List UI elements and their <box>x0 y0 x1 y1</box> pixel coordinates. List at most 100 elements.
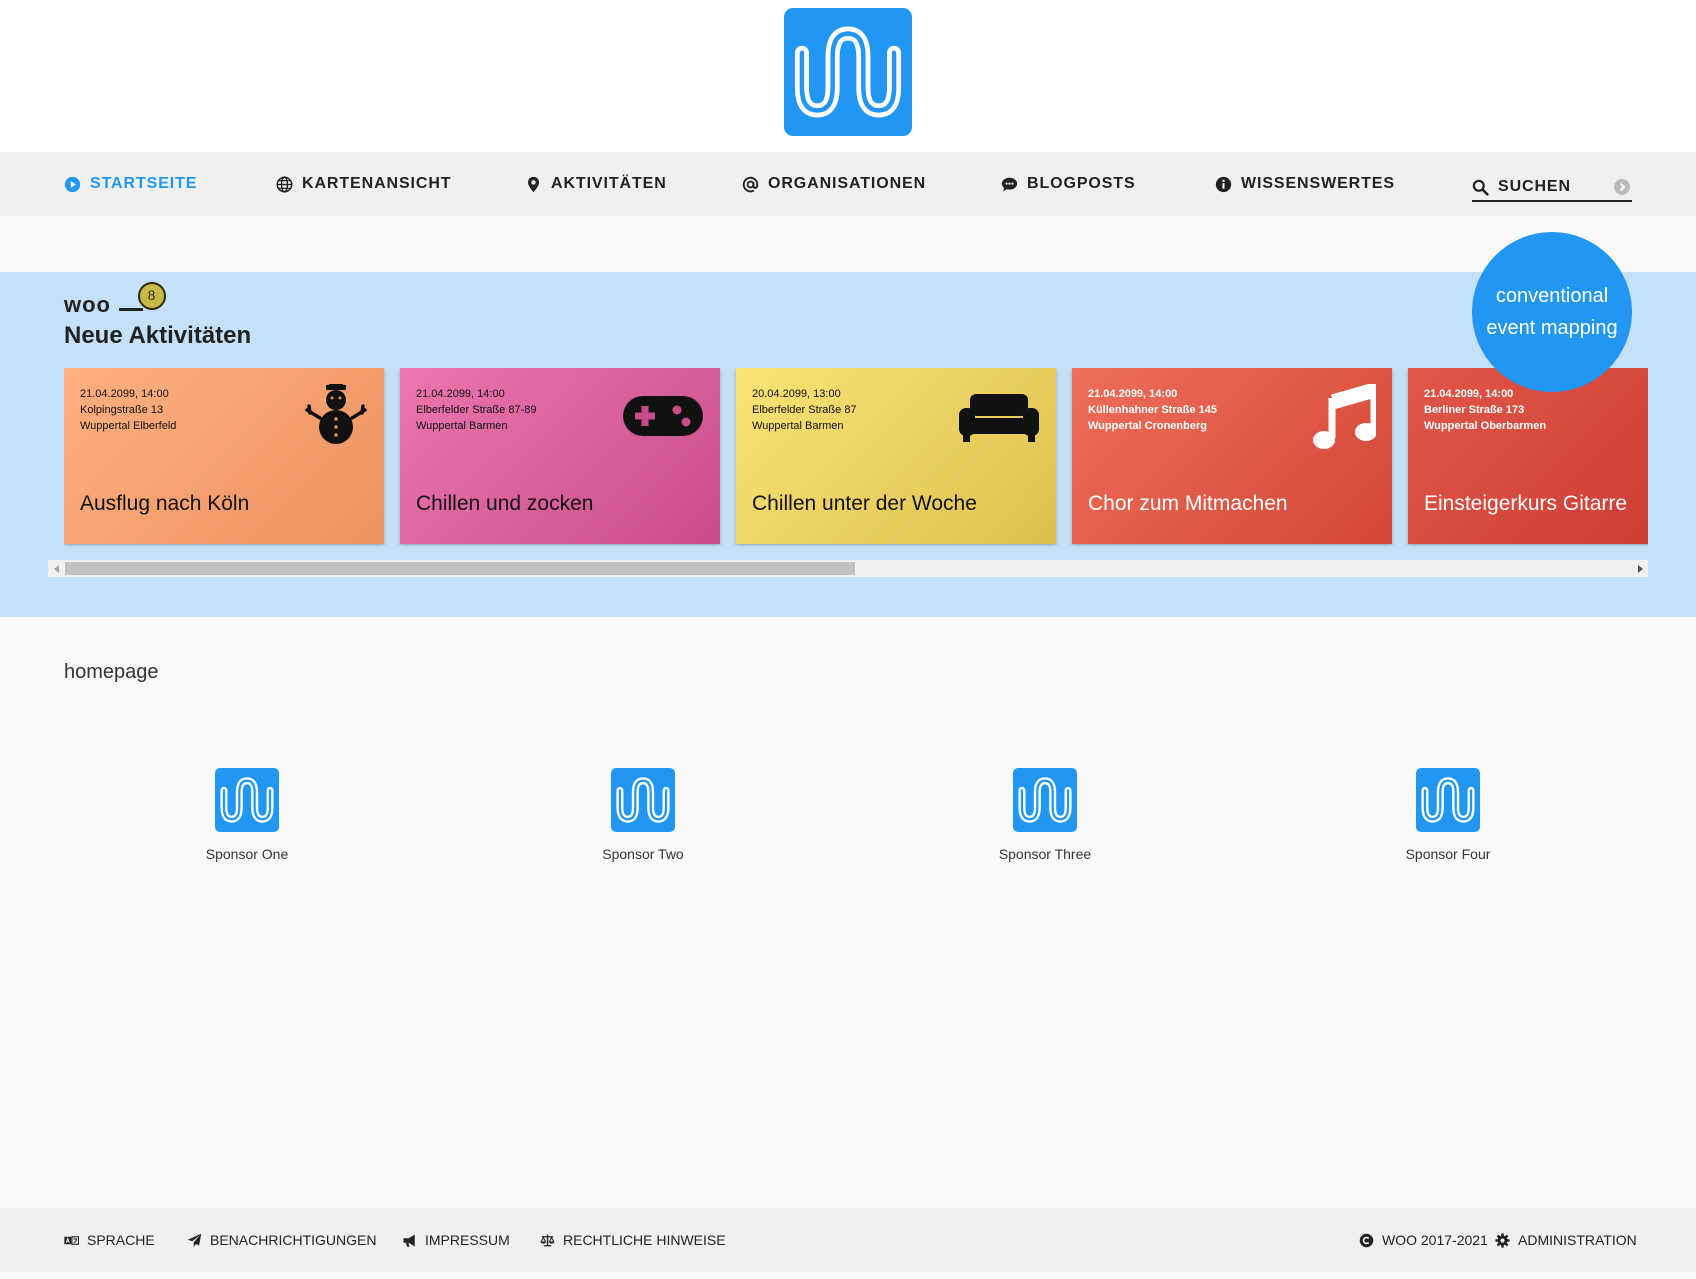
card-meta: 20.04.2099, 13:00 Elberfelder Straße 87 … <box>752 386 857 434</box>
section-title: Neue Aktivitäten <box>64 322 252 349</box>
nav-label: AKTIVITÄTEN <box>551 175 667 192</box>
footer-link-label: RECHTLICHE HINWEISE <box>563 1232 726 1248</box>
card-date: 20.04.2099, 13:00 <box>752 388 841 400</box>
administration-label: ADMINISTRATION <box>1518 1232 1637 1248</box>
sponsor-item[interactable]: Sponsor Three <box>945 768 1145 862</box>
at-icon <box>742 176 759 192</box>
footer-link-impressum[interactable]: IMPRESSUM <box>402 1208 510 1272</box>
activity-card[interactable]: 21.04.2099, 14:00 Kolpingstraße 13 Wuppe… <box>64 368 384 544</box>
brand-text: woo <box>64 292 111 317</box>
woo-logo-icon <box>1018 777 1072 823</box>
gamepad-icon <box>623 396 703 436</box>
nav-item-blogposts[interactable]: BLOGPOSTS <box>1001 152 1136 216</box>
footer-link-label: IMPRESSUM <box>425 1232 510 1248</box>
sponsor-logo <box>1416 768 1480 832</box>
scroll-left-button[interactable] <box>48 560 65 577</box>
sponsor-name: Sponsor Three <box>998 846 1092 862</box>
footer-link-label: SPRACHE <box>87 1232 155 1248</box>
scales-icon <box>540 1234 555 1246</box>
card-meta: 21.04.2099, 14:00 Kolpingstraße 13 Wuppe… <box>80 386 176 434</box>
woo-logo-icon <box>616 777 670 823</box>
card-street: Elberfelder Straße 87 <box>752 404 857 416</box>
couch-icon <box>959 394 1039 442</box>
nav-label: STARTSEITE <box>90 175 198 192</box>
snowman-icon <box>305 384 367 444</box>
nav-label: ORGANISATIONEN <box>768 175 927 192</box>
card-date: 21.04.2099, 14:00 <box>80 388 169 400</box>
copyright-notice: WOO 2017-2021 <box>1359 1208 1488 1272</box>
activity-carousel[interactable]: 21.04.2099, 14:00 Kolpingstraße 13 Wuppe… <box>64 368 1648 546</box>
bubble-line-1: conventional <box>1495 285 1609 307</box>
card-title: Einsteigerkurs Gitarre <box>1424 492 1628 515</box>
carousel-scrollbar[interactable] <box>48 560 1648 577</box>
nav-item-startseite[interactable]: STARTSEITE <box>64 152 197 216</box>
nav-item-aktivitaeten[interactable]: AKTIVITÄTEN <box>525 152 667 216</box>
arrow-circle-right-icon <box>1619 182 1626 192</box>
nav-item-organisationen[interactable]: ORGANISATIONEN <box>742 152 926 216</box>
card-title: Chillen und zocken <box>416 492 594 515</box>
sponsor-logo <box>1013 768 1077 832</box>
card-meta: 21.04.2099, 14:00 Küllenhahner Straße 14… <box>1088 386 1217 434</box>
search-input[interactable] <box>1498 178 1602 196</box>
scroll-thumb[interactable] <box>65 562 855 575</box>
search-submit-button[interactable] <box>1614 179 1630 195</box>
sponsor-item[interactable]: Sponsor One <box>147 768 347 862</box>
page-content-text: homepage <box>64 661 159 683</box>
paper-plane-icon <box>187 1233 202 1247</box>
card-title: Chillen unter der Woche <box>752 492 977 515</box>
play-circle-icon <box>64 176 81 192</box>
logo-header <box>0 0 1696 152</box>
card-title: Chor zum Mitmachen <box>1088 492 1288 515</box>
card-city: Wuppertal Barmen <box>416 420 508 432</box>
sponsor-name: Sponsor Two <box>602 846 684 862</box>
card-street: Kolpingstraße 13 <box>80 404 164 416</box>
gear-icon <box>1495 1232 1510 1248</box>
woo-logo-icon <box>794 26 902 118</box>
footer-link-rechtliche-hinweise[interactable]: RECHTLICHE HINWEISE <box>540 1208 726 1272</box>
footer-link-sprache[interactable]: SPRACHE <box>64 1208 155 1272</box>
card-date: 21.04.2099, 14:00 <box>416 388 505 400</box>
footer: SPRACHE BENACHRICHTIGUNGEN IMPRESSUM REC… <box>0 1208 1696 1272</box>
card-street: Elberfelder Straße 87-89 <box>416 404 537 416</box>
footer-link-label: BENACHRICHTIGUNGEN <box>210 1232 377 1248</box>
arrow-left-icon <box>53 564 59 573</box>
map-marker-icon <box>527 176 540 192</box>
globe-icon <box>276 176 293 192</box>
info-circle-icon <box>1215 176 1232 192</box>
scroll-right-button[interactable] <box>1631 560 1648 577</box>
footer-link-benachrichtigungen[interactable]: BENACHRICHTIGUNGEN <box>187 1208 376 1272</box>
activity-card[interactable]: 21.04.2099, 14:00 Berliner Straße 173 Wu… <box>1408 368 1648 544</box>
activity-card[interactable]: 21.04.2099, 14:00 Küllenhahner Straße 14… <box>1072 368 1392 544</box>
nav-item-kartenansicht[interactable]: KARTENANSICHT <box>276 152 451 216</box>
card-date: 21.04.2099, 14:00 <box>1088 388 1178 400</box>
card-meta: 21.04.2099, 14:00 Berliner Straße 173 Wu… <box>1424 386 1546 434</box>
card-meta: 21.04.2099, 14:00 Elberfelder Straße 87-… <box>416 386 536 434</box>
nav-item-wissenswertes[interactable]: WISSENSWERTES <box>1215 152 1395 216</box>
card-title: Ausflug nach Köln <box>80 492 250 515</box>
main-navigation: STARTSEITE KARTENANSICHT AKTIVITÄTEN ORG… <box>0 152 1696 216</box>
card-city: Wuppertal Elberfeld <box>80 420 177 432</box>
sponsor-logo <box>611 768 675 832</box>
sponsor-name: Sponsor One <box>205 846 289 862</box>
card-city: Wuppertal Oberbarmen <box>1424 420 1547 432</box>
sponsor-item[interactable]: Sponsor Two <box>543 768 743 862</box>
nav-label: WISSENSWERTES <box>1241 175 1395 192</box>
music-note-icon <box>1313 384 1376 449</box>
woo-logo[interactable] <box>784 8 912 136</box>
nav-label: KARTENANSICHT <box>302 175 452 192</box>
footer-link-administration[interactable]: ADMINISTRATION <box>1495 1208 1637 1272</box>
brand-name: woo 8 <box>64 282 166 318</box>
sponsor-name: Sponsor Four <box>1405 846 1491 862</box>
sponsor-logo <box>215 768 279 832</box>
copyright-icon <box>1359 1233 1374 1247</box>
activity-card[interactable]: 20.04.2099, 13:00 Elberfelder Straße 87 … <box>736 368 1056 544</box>
activity-card[interactable]: 21.04.2099, 14:00 Elberfelder Straße 87-… <box>400 368 720 544</box>
woo-logo-icon <box>1421 777 1475 823</box>
conventional-event-mapping-button[interactable]: conventional event mapping <box>1472 232 1632 392</box>
card-city: Wuppertal Cronenberg <box>1088 420 1207 432</box>
arrow-right-icon <box>1637 564 1643 573</box>
search-field[interactable] <box>1472 174 1632 202</box>
bubble-line-2: event mapping <box>1486 317 1618 339</box>
sponsor-item[interactable]: Sponsor Four <box>1348 768 1548 862</box>
card-street: Küllenhahner Straße 145 <box>1088 404 1217 416</box>
